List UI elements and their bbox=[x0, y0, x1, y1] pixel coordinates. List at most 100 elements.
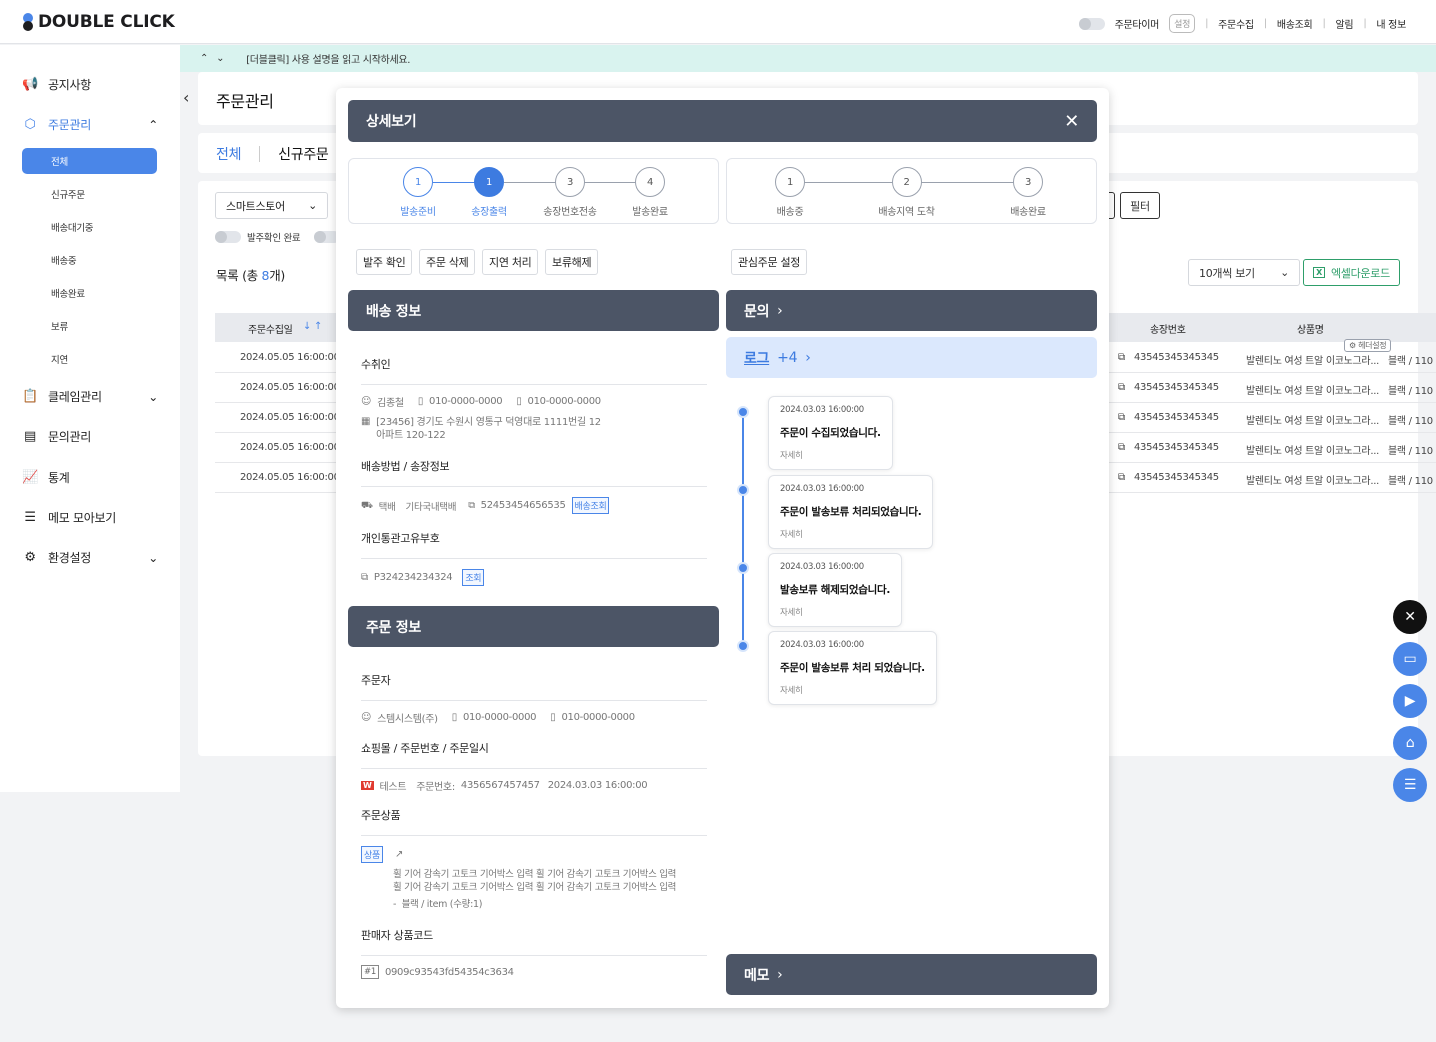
book-icon[interactable]: ▭ bbox=[1393, 642, 1427, 676]
row-tracking: 43545345345345 bbox=[1134, 412, 1219, 423]
tip-text[interactable]: [더블클릭] 사용 설명을 읽고 시작하세요. bbox=[246, 51, 410, 66]
row-option: 블랙 / 110 bbox=[1388, 386, 1433, 397]
mall-name: 테스트 bbox=[379, 782, 407, 793]
sidebar-item-label: 문의관리 bbox=[48, 430, 91, 444]
sidebar: 📢 공지사항 ⬡ 주문관리 ⌃ 전체 신규주문 배송대기중 배송중 배송완료 보… bbox=[0, 45, 180, 792]
gear-icon: ⚙ bbox=[24, 550, 36, 565]
track-delivery-button[interactable]: 배송조회 bbox=[571, 497, 610, 514]
log-detail-link[interactable]: 자세히 bbox=[780, 449, 881, 461]
chevron-up-icon[interactable]: ⌃ bbox=[200, 53, 208, 64]
back-arrow-icon[interactable]: ‹ bbox=[183, 88, 189, 107]
phone-icon: ▯ bbox=[417, 396, 424, 407]
sidebar-item-orders[interactable]: ⬡ 주문관리 ⌃ bbox=[22, 116, 158, 133]
confirm-order-button[interactable]: 발주 확인 bbox=[356, 249, 413, 275]
copy-icon[interactable]: ⧉ bbox=[1118, 472, 1125, 483]
nav-order-collect[interactable]: 주문수집 bbox=[1218, 16, 1254, 31]
excel-label: 엑셀다운로드 bbox=[1330, 266, 1390, 280]
delete-order-button[interactable]: 주문 삭제 bbox=[419, 249, 476, 275]
delay-button[interactable]: 지연 처리 bbox=[482, 249, 539, 275]
play-icon[interactable]: ▶ bbox=[1393, 684, 1427, 718]
copy-icon[interactable]: ⧉ bbox=[468, 500, 475, 511]
nav-my-info[interactable]: 내 정보 bbox=[1376, 16, 1406, 31]
copy-icon[interactable]: ⧉ bbox=[1118, 442, 1125, 453]
product-option: 블랙 / item (수량:1) bbox=[401, 899, 483, 910]
order-timer-setting-button[interactable]: 설정 bbox=[1169, 14, 1196, 33]
log-detail-link[interactable]: 자세히 bbox=[780, 684, 925, 696]
divider bbox=[361, 835, 707, 836]
memo-header[interactable]: 메모 › bbox=[726, 954, 1097, 995]
log-detail-link[interactable]: 자세히 bbox=[780, 528, 921, 540]
sidebar-sub-delivered[interactable]: 배송완료 bbox=[22, 280, 157, 306]
sidebar-sub-new[interactable]: 신규주문 bbox=[22, 181, 157, 207]
close-icon[interactable]: ✕ bbox=[1393, 600, 1427, 634]
tab-new[interactable]: 신규주문 bbox=[278, 144, 329, 164]
order-confirm-filter[interactable]: 발주확인 완료 bbox=[215, 230, 341, 244]
sort-icon[interactable]: ↓ ↑ bbox=[303, 321, 322, 332]
inquiry-header[interactable]: 문의 › bbox=[726, 290, 1097, 331]
logo[interactable]: DOUBLE CLICK bbox=[22, 12, 175, 32]
sidebar-sub-shipping[interactable]: 배송중 bbox=[22, 247, 157, 273]
chat-icon: ▤ bbox=[24, 429, 36, 444]
order-confirm-toggle[interactable] bbox=[215, 231, 241, 243]
sidebar-item-notice[interactable]: 📢 공지사항 bbox=[22, 76, 91, 93]
nav-notifications[interactable]: 알림 bbox=[1336, 16, 1354, 31]
external-link-icon[interactable]: ↗ bbox=[395, 849, 403, 860]
copy-icon[interactable]: ⧉ bbox=[1118, 352, 1125, 363]
sidebar-item-label: 클레임관리 bbox=[48, 390, 102, 404]
log-title: 로그 bbox=[744, 350, 770, 367]
tabs: 전체 신규주문 bbox=[216, 144, 329, 164]
hidden-button-edge[interactable] bbox=[1108, 192, 1115, 219]
seller-code-row: #1 0909c93543fd54354c3634 bbox=[361, 965, 514, 979]
sidebar-sub-waiting[interactable]: 배송대기중 bbox=[22, 214, 157, 240]
row-option: 블랙 / 110 bbox=[1388, 416, 1433, 427]
row-tracking: 43545345345345 bbox=[1134, 352, 1219, 363]
divider bbox=[361, 955, 707, 956]
sidebar-item-inquiries[interactable]: ▤ 문의관리 bbox=[22, 428, 91, 445]
shipping-steps: 1 발송준비 1 송장출력 3 송장번호전송 4 발송완료 bbox=[348, 158, 719, 224]
log-header[interactable]: 로그 +4 › bbox=[726, 337, 1097, 378]
mall-label: 쇼핑몰 / 주문번호 / 주문일시 bbox=[361, 742, 489, 755]
nav-delivery-lookup[interactable]: 배송조회 bbox=[1277, 16, 1313, 31]
step-number: 3 bbox=[1013, 167, 1043, 197]
row-date: 2024.05.05 16:00:00 bbox=[240, 382, 340, 393]
sidebar-item-stats[interactable]: 📈 통계 bbox=[22, 469, 70, 486]
release-hold-button[interactable]: 보류해제 bbox=[545, 249, 599, 275]
store-select[interactable]: 스마트스토어 ⌄ bbox=[215, 192, 328, 219]
close-icon[interactable]: ✕ bbox=[1064, 111, 1079, 132]
customs-lookup-button[interactable]: 조회 bbox=[462, 569, 485, 586]
excel-download-button[interactable]: X 엑셀다운로드 bbox=[1303, 259, 1400, 286]
order-timer-toggle[interactable] bbox=[1078, 17, 1105, 30]
section-title: 메모 bbox=[744, 967, 770, 984]
copy-icon[interactable]: ⧉ bbox=[361, 572, 368, 583]
sidebar-item-memos[interactable]: ☰ 메모 모아보기 bbox=[22, 509, 116, 526]
tab-all[interactable]: 전체 bbox=[216, 144, 241, 164]
interest-order-button[interactable]: 관심주문 설정 bbox=[731, 249, 808, 275]
sidebar-sub-all[interactable]: 전체 bbox=[22, 148, 157, 174]
log-detail-link[interactable]: 자세히 bbox=[780, 606, 890, 618]
orderer-phone1: 010-0000-0000 bbox=[462, 712, 537, 723]
sidebar-sub-hold[interactable]: 보류 bbox=[22, 313, 157, 339]
tip-bar: ⌃ ⌄ [더블클릭] 사용 설명을 읽고 시작하세요. bbox=[180, 45, 1436, 72]
row-date: 2024.05.05 16:00:00 bbox=[240, 412, 340, 423]
inbox-icon[interactable]: ⌂ bbox=[1393, 726, 1427, 760]
sidebar-item-label: 메모 모아보기 bbox=[48, 511, 116, 525]
sidebar-item-claims[interactable]: 📋 클레임관리 ⌄ bbox=[22, 388, 158, 405]
row-date: 2024.05.05 16:00:00 bbox=[240, 472, 340, 483]
nav-separator: | bbox=[1263, 18, 1267, 29]
chevron-down-icon[interactable]: ⌄ bbox=[216, 53, 224, 64]
copy-icon[interactable]: ⧉ bbox=[1118, 382, 1125, 393]
phone-icon: ▯ bbox=[451, 712, 458, 723]
chat-icon[interactable]: ☰ bbox=[1393, 768, 1427, 802]
person-icon: ☺ bbox=[361, 712, 372, 723]
sidebar-sub-delay[interactable]: 지연 bbox=[22, 346, 157, 372]
filter-button[interactable]: 필터 bbox=[1120, 192, 1160, 219]
step-prepare: 1 발송준비 bbox=[383, 167, 453, 218]
seller-code: 0909c93543fd54354c3634 bbox=[384, 966, 514, 978]
col-date[interactable]: 주문수집일 bbox=[248, 321, 293, 336]
phone-icon: ▯ bbox=[516, 396, 522, 407]
top-nav: 주문타이머 설정 | 주문수집 | 배송조회 | 알림 | 내 정보 bbox=[1078, 14, 1406, 33]
copy-icon[interactable]: ⧉ bbox=[1118, 412, 1125, 423]
brand-name: DOUBLE CLICK bbox=[38, 12, 175, 32]
sidebar-item-settings[interactable]: ⚙ 환경설정 ⌄ bbox=[22, 549, 158, 566]
page-size-select[interactable]: 10개씩 보기 ⌄ bbox=[1188, 259, 1300, 286]
